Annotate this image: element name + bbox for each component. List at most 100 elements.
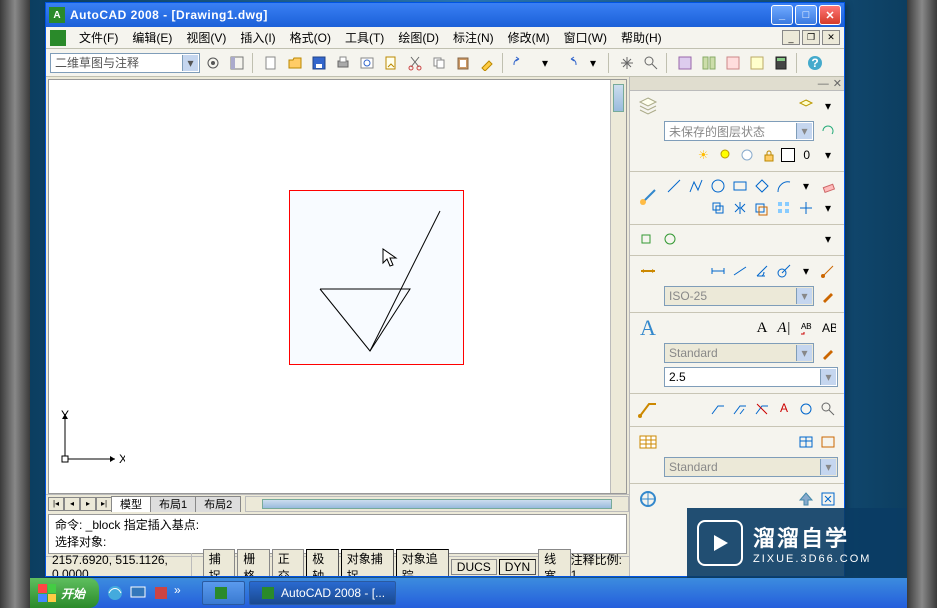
status-annot-scale[interactable]: 注释比例: 1: [571, 551, 629, 576]
copy-button[interactable]: [428, 52, 450, 74]
ql-app-icon[interactable]: [151, 583, 171, 603]
osnap-settings-button[interactable]: [636, 229, 656, 249]
menu-help[interactable]: 帮助(H): [614, 27, 669, 48]
window-minimize-button[interactable]: _: [771, 5, 793, 25]
dtext-button[interactable]: A|: [774, 318, 794, 338]
text-icon[interactable]: A: [636, 317, 660, 339]
matchprop-button[interactable]: [476, 52, 498, 74]
mirror-button[interactable]: [730, 198, 750, 218]
quickcalc-button[interactable]: [770, 52, 792, 74]
toggle-ortho[interactable]: 正交: [272, 549, 305, 577]
array-button[interactable]: [774, 198, 794, 218]
panel-min-icon[interactable]: —: [816, 78, 831, 90]
doc-restore-button[interactable]: ❐: [802, 30, 820, 45]
menu-dim[interactable]: 标注(N): [446, 27, 501, 48]
layer-color-swatch[interactable]: [781, 148, 795, 162]
help-button[interactable]: ?: [804, 52, 826, 74]
menu-file[interactable]: 文件(F): [72, 27, 125, 48]
doc-close-button[interactable]: ✕: [822, 30, 840, 45]
drawing-canvas[interactable]: X Y: [48, 79, 627, 494]
polygon-button[interactable]: [752, 176, 772, 196]
leader-add-button[interactable]: [730, 399, 750, 419]
ql-more-icon[interactable]: »: [174, 583, 194, 603]
mleader-button[interactable]: [708, 399, 728, 419]
publish-button[interactable]: [380, 52, 402, 74]
rect-button[interactable]: [730, 176, 750, 196]
tab-model[interactable]: 模型: [111, 496, 151, 512]
text-more-button[interactable]: ABC: [818, 318, 838, 338]
undo-dropdown[interactable]: ▾: [534, 52, 556, 74]
dim-brush-button[interactable]: [818, 286, 838, 306]
tablestyle-combo[interactable]: Standard ▾: [664, 457, 838, 477]
markup-button[interactable]: [746, 52, 768, 74]
table-style-button[interactable]: [818, 432, 838, 452]
text-brush-button[interactable]: [818, 343, 838, 363]
tab-layout1[interactable]: 布局1: [150, 496, 196, 512]
start-button[interactable]: 开始: [30, 578, 99, 608]
lock-icon[interactable]: [759, 145, 779, 165]
menu-window[interactable]: 窗口(W): [557, 27, 614, 48]
leader-collect-button[interactable]: [796, 399, 816, 419]
toggle-otrack[interactable]: 对象追踪: [396, 549, 449, 577]
sun-icon[interactable]: ☀: [693, 145, 713, 165]
titlebar[interactable]: A AutoCAD 2008 - [Drawing1.dwg] _ □ ✕: [46, 3, 844, 27]
plot-preview-button[interactable]: [356, 52, 378, 74]
dim-align-button[interactable]: [730, 261, 750, 281]
more-modify-button[interactable]: ▾: [818, 198, 838, 218]
layer-dropdown[interactable]: ▾: [818, 145, 838, 165]
tab-next-button[interactable]: ▸: [80, 497, 96, 511]
menu-modify[interactable]: 修改(M): [501, 27, 557, 48]
canvas-vscrollbar[interactable]: [610, 80, 626, 493]
circle-button[interactable]: [708, 176, 728, 196]
more-annotate-button[interactable]: ▾: [818, 229, 838, 249]
textstyle-combo[interactable]: Standard ▾: [664, 343, 814, 363]
toggle-osnap[interactable]: 对象捕捉: [341, 549, 394, 577]
leader-align-button[interactable]: A: [774, 399, 794, 419]
menu-tools[interactable]: 工具(T): [338, 27, 391, 48]
new-button[interactable]: [260, 52, 282, 74]
line-button[interactable]: [664, 176, 684, 196]
status-coords[interactable]: 2157.6920, 515.1126, 0.0000: [46, 553, 192, 577]
layers-manage-button[interactable]: [796, 96, 816, 116]
print-button[interactable]: [332, 52, 354, 74]
offset-button[interactable]: [752, 198, 772, 218]
layer-refresh-button[interactable]: [818, 121, 838, 141]
toggle-dyn[interactable]: DYN: [499, 559, 536, 575]
dim-linear-button[interactable]: [708, 261, 728, 281]
paste-button[interactable]: [452, 52, 474, 74]
more-draw-button[interactable]: ▾: [796, 176, 816, 196]
sheetset-button[interactable]: [674, 52, 696, 74]
menu-format[interactable]: 格式(O): [283, 27, 338, 48]
task-item-1[interactable]: [202, 581, 245, 605]
toggle-ducs[interactable]: DUCS: [451, 559, 497, 575]
leader-find-button[interactable]: [818, 399, 838, 419]
doc-minimize-button[interactable]: _: [782, 30, 800, 45]
tab-last-button[interactable]: ▸|: [96, 497, 112, 511]
dim-angular-button[interactable]: [752, 261, 772, 281]
table-insert-button[interactable]: [796, 432, 816, 452]
menu-view[interactable]: 视图(V): [179, 27, 233, 48]
leader-rem-button[interactable]: [752, 399, 772, 419]
open-button[interactable]: [284, 52, 306, 74]
ql-desktop-icon[interactable]: [128, 583, 148, 603]
tab-prev-button[interactable]: ◂: [64, 497, 80, 511]
erase-button[interactable]: [818, 176, 838, 196]
window-maximize-button[interactable]: □: [795, 5, 817, 25]
toolpalettes2-button[interactable]: [698, 52, 720, 74]
designcenter-button[interactable]: [722, 52, 744, 74]
dim-style-button[interactable]: [818, 261, 838, 281]
leader-icon[interactable]: [636, 398, 660, 420]
dimstyle-combo[interactable]: ISO-25 ▾: [664, 286, 814, 306]
dim-more-button[interactable]: ▾: [796, 261, 816, 281]
redo-dropdown[interactable]: ▾: [582, 52, 604, 74]
layers-icon[interactable]: [636, 95, 660, 117]
copy2-button[interactable]: [708, 198, 728, 218]
navigate-icon[interactable]: [636, 488, 660, 510]
pan-button[interactable]: [616, 52, 638, 74]
freeze-icon[interactable]: [737, 145, 757, 165]
toolpalettes-button[interactable]: [226, 52, 248, 74]
dimension-icon[interactable]: [636, 260, 660, 282]
draw-icon[interactable]: [636, 186, 660, 208]
spellcheck-button[interactable]: ᴬᴮ: [796, 318, 816, 338]
task-item-autocad[interactable]: AutoCAD 2008 - [...: [249, 581, 396, 605]
